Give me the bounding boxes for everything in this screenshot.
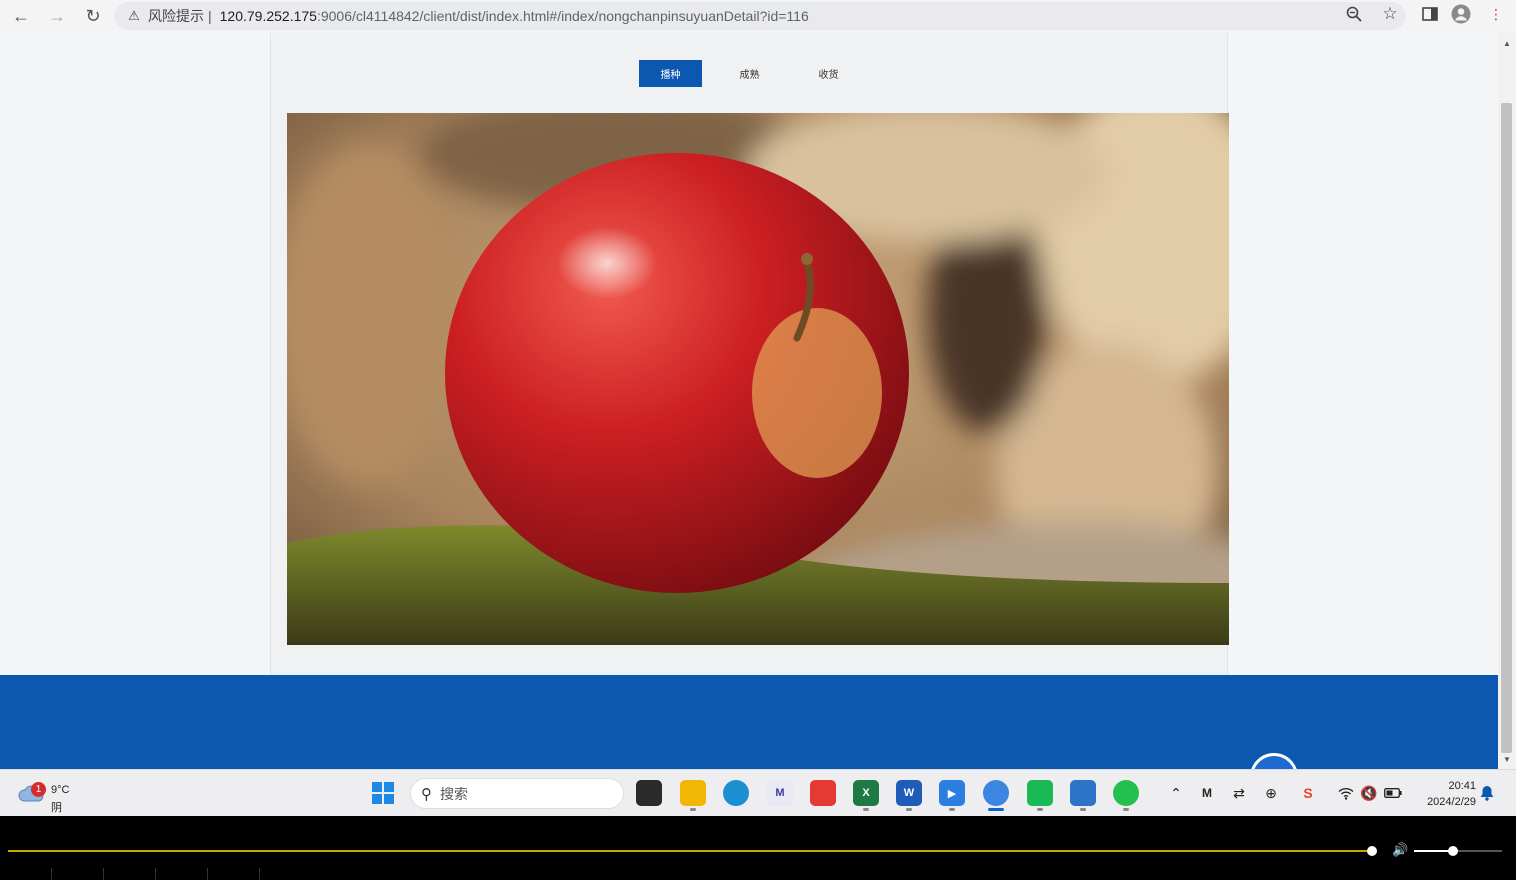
- tab-ripening[interactable]: 成熟: [718, 60, 781, 87]
- tab-sowing[interactable]: 播种: [639, 60, 702, 87]
- menu-dots-icon[interactable]: ⋮: [1486, 4, 1506, 24]
- app-active-indicator: [988, 808, 1004, 811]
- weather-widget[interactable]: 1 9°C 阴: [18, 776, 78, 814]
- warning-icon[interactable]: ⚠: [126, 8, 142, 24]
- player-button[interactable]: [0, 868, 52, 880]
- app-running-indicator: [1123, 808, 1129, 811]
- iqiyi-icon[interactable]: [1027, 780, 1053, 806]
- detail-content: 播种 成熟 收货: [270, 33, 1229, 675]
- wifi-icon[interactable]: [1336, 782, 1356, 804]
- player-button[interactable]: [104, 868, 156, 880]
- url-path[interactable]: :9006/cl4114842/client/dist/index.html#/…: [317, 8, 809, 24]
- mute-speaker-icon[interactable]: 🔇: [1359, 782, 1379, 804]
- clock-time: 20:41: [1448, 780, 1476, 792]
- zoom-icon[interactable]: [1344, 4, 1364, 24]
- mail-tray-icon[interactable]: M: [1197, 782, 1217, 804]
- playback-progress-bar[interactable]: [8, 850, 1372, 852]
- stage-tabs: 播种 成熟 收货: [639, 60, 876, 88]
- input-method-icon[interactable]: ⊕: [1261, 782, 1281, 804]
- product-photo: [287, 113, 1229, 645]
- app-running-indicator: [1080, 808, 1086, 811]
- weather-condition: 阴: [51, 802, 62, 814]
- profile-avatar-icon[interactable]: [1451, 4, 1471, 24]
- excel-icon[interactable]: X: [853, 780, 879, 806]
- reload-icon[interactable]: ↻: [81, 5, 105, 27]
- page-viewport: 播种 成熟 收货: [0, 33, 1498, 769]
- app-running-indicator: [1037, 808, 1043, 811]
- taskbar-search[interactable]: ⚲ 搜索: [410, 778, 624, 809]
- search-icon: ⚲: [421, 785, 432, 803]
- page-scrollbar[interactable]: ▲ ▼: [1498, 33, 1516, 769]
- scroll-up-arrow-icon[interactable]: ▲: [1498, 35, 1516, 51]
- forward-arrow-icon[interactable]: →: [45, 5, 69, 27]
- weather-temperature: 9°C: [51, 784, 70, 796]
- url-separator: |: [208, 8, 212, 24]
- video-player-icon[interactable]: ▶: [939, 780, 965, 806]
- notification-bell-icon[interactable]: [1480, 785, 1494, 804]
- chrome-browser-icon[interactable]: [983, 780, 1009, 806]
- player-button-row: [0, 868, 1516, 880]
- word-icon[interactable]: W: [896, 780, 922, 806]
- scroll-down-arrow-icon[interactable]: ▼: [1498, 751, 1516, 767]
- bookmark-star-icon[interactable]: ☆: [1380, 4, 1400, 24]
- sogou-ime-icon[interactable]: S: [1298, 782, 1318, 804]
- volume-slider-knob[interactable]: [1448, 846, 1458, 856]
- battery-icon[interactable]: [1383, 782, 1403, 804]
- task-view-icon[interactable]: [636, 780, 662, 806]
- address-bar[interactable]: ⚠ 风险提示 | 120.79.252.175 :9006/cl4114842/…: [114, 2, 1406, 30]
- back-arrow-icon[interactable]: ←: [9, 5, 33, 27]
- search-placeholder: 搜索: [440, 785, 468, 802]
- browser-toolbar: ← → ↻ ⚠ 风险提示 | 120.79.252.175 :9006/cl41…: [0, 0, 1516, 33]
- photos-app-icon[interactable]: [1070, 780, 1096, 806]
- wechat-icon[interactable]: [1113, 780, 1139, 806]
- tab-harvest[interactable]: 收货: [797, 60, 860, 87]
- transfer-icon[interactable]: ⇄: [1229, 782, 1249, 804]
- player-button[interactable]: [52, 868, 104, 880]
- app-running-indicator: [906, 808, 912, 811]
- playback-progress-knob[interactable]: [1367, 846, 1377, 856]
- huawei-app-icon[interactable]: [810, 780, 836, 806]
- player-button[interactable]: [208, 868, 260, 880]
- scroll-thumb[interactable]: [1501, 103, 1512, 753]
- app-running-indicator: [690, 808, 696, 811]
- clock-date: 2024/2/29: [1427, 796, 1476, 808]
- notification-badge: 1: [31, 782, 46, 797]
- edge-browser-icon[interactable]: [723, 780, 749, 806]
- player-button[interactable]: [156, 868, 208, 880]
- file-explorer-icon[interactable]: [680, 780, 706, 806]
- url-host[interactable]: 120.79.252.175: [220, 8, 317, 24]
- media-player-controls: 🔊: [0, 816, 1516, 880]
- system-clock[interactable]: 20:41 2024/2/29: [1412, 778, 1476, 810]
- mail-app-icon[interactable]: M: [767, 780, 793, 806]
- windows-start-icon[interactable]: [372, 782, 394, 804]
- show-hidden-icons-chevron-icon[interactable]: ⌃: [1166, 782, 1186, 804]
- volume-icon[interactable]: 🔊: [1392, 842, 1408, 858]
- os-taskbar: 1 9°C 阴 ⚲ 搜索 M X W ▶ ⌃ M ⇄ ⊕ S 🔇 20:41 2…: [0, 769, 1516, 816]
- side-panel-icon[interactable]: [1420, 4, 1440, 24]
- risk-label[interactable]: 风险提示: [148, 6, 204, 26]
- app-running-indicator: [863, 808, 869, 811]
- app-running-indicator: [949, 808, 955, 811]
